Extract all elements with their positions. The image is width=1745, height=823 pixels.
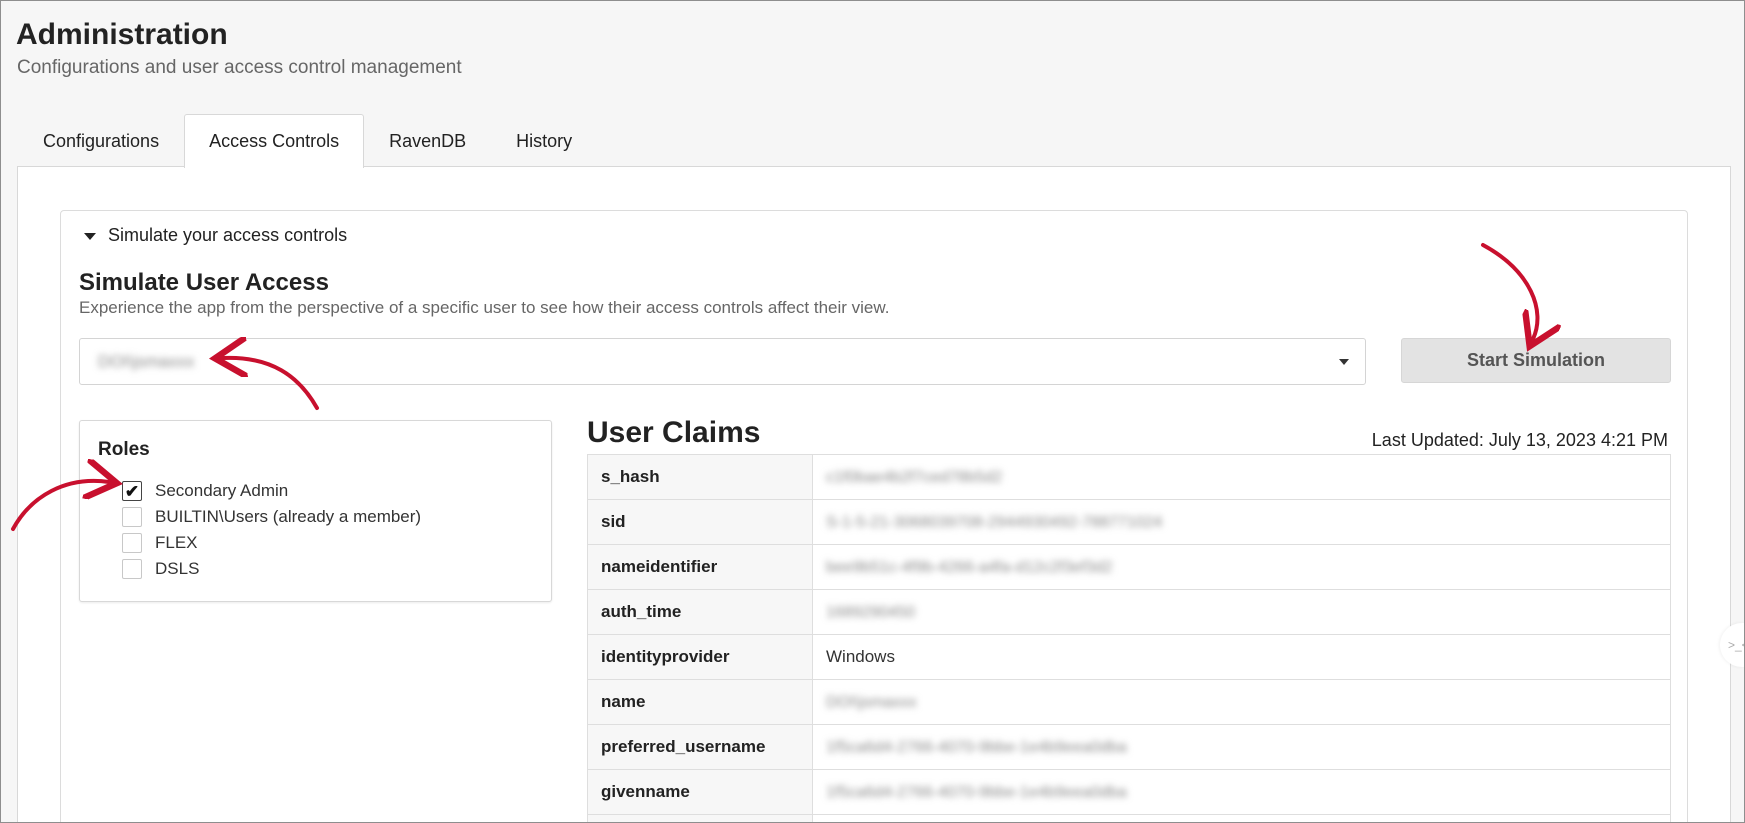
simulate-user-access-description: Experience the app from the perspective … xyxy=(79,298,890,317)
page-subtitle: Configurations and user access control m… xyxy=(17,57,462,78)
claim-value: DOI\jsmaxxx xyxy=(812,679,1671,725)
table-row xyxy=(587,814,1671,822)
claim-value-text: 1689290450 xyxy=(826,604,915,621)
role-item[interactable]: DSLS xyxy=(122,556,421,582)
claim-value: 1689290450 xyxy=(812,589,1671,635)
last-updated-text: Last Updated: July 13, 2023 4:21 PM xyxy=(1371,430,1668,450)
tab-configurations[interactable]: Configurations xyxy=(18,114,184,167)
claim-value-text: 1f5ca6d4-2766-4070-9bbe-1e4b9eea0dba xyxy=(826,739,1127,756)
table-row: preferred_username 1f5ca6d4-2766-4070-9b… xyxy=(587,724,1671,770)
user-claims-title: User Claims xyxy=(587,416,761,449)
simulate-disclosure-toggle[interactable]: Simulate your access controls xyxy=(84,225,347,246)
tab-access-controls[interactable]: Access Controls xyxy=(184,114,365,168)
disclosure-label: Simulate your access controls xyxy=(108,225,348,245)
table-row: nameidentifier bee9b51c-4f9b-4266-a4fa-d… xyxy=(587,544,1671,590)
table-row: identityprovider Windows xyxy=(587,634,1671,680)
tab-ravendb[interactable]: RavenDB xyxy=(364,114,491,167)
role-label: DSLS xyxy=(155,559,200,578)
table-row: s_hash c1f0bae4b2f7ced78b5d2 xyxy=(587,454,1671,500)
claim-value-text: bee9b51c-4f9b-4266-a4fa-d12c2f3ef3d2 xyxy=(826,559,1113,576)
claim-key: identityprovider xyxy=(587,634,813,680)
tab-history[interactable]: History xyxy=(491,114,597,167)
role-checkbox[interactable] xyxy=(122,559,142,579)
role-item[interactable]: FLEX xyxy=(122,530,421,556)
claim-value-text: 1f5ca6d4-2766-4070-9bbe-1e4b9eea0dba xyxy=(826,784,1127,801)
claim-value: 1f5ca6d4-2766-4070-9bbe-1e4b9eea0dba xyxy=(812,724,1671,770)
claim-key: auth_time xyxy=(587,589,813,635)
roles-title: Roles xyxy=(98,439,150,460)
role-label: BUILTIN\Users (already a member) xyxy=(155,507,422,526)
user-claims-table: s_hash c1f0bae4b2f7ced78b5d2 sid S-1-5-2… xyxy=(587,454,1671,822)
claim-value-text: c1f0bae4b2f7ced78b5d2 xyxy=(826,469,1003,486)
selected-user-value: DOI\jsmaxxx xyxy=(98,351,195,371)
claim-value-text: S-1-5-21-3068039708-2944930492-788771024 xyxy=(826,514,1163,531)
user-select[interactable]: DOI\jsmaxxx xyxy=(79,338,1366,385)
table-row: name DOI\jsmaxxx xyxy=(587,679,1671,725)
claim-value: bee9b51c-4f9b-4266-a4fa-d12c2f3ef3d2 xyxy=(812,544,1671,590)
table-row: givenname 1f5ca6d4-2766-4070-9bbe-1e4b9e… xyxy=(587,769,1671,815)
roles-list: ✔ Secondary Admin BUILTIN\Users (already… xyxy=(122,478,421,582)
simulate-user-access-title: Simulate User Access xyxy=(79,269,329,296)
claim-value xyxy=(812,814,1671,822)
roles-panel: Roles ✔ Secondary Admin BUILTIN\Users (a… xyxy=(79,420,552,602)
tab-bar: Configurations Access Controls RavenDB H… xyxy=(18,114,597,168)
role-item[interactable]: BUILTIN\Users (already a member) xyxy=(122,504,421,530)
page-title: Administration xyxy=(16,18,228,51)
claim-key: preferred_username xyxy=(587,724,813,770)
role-label: Secondary Admin xyxy=(155,481,289,500)
role-label: FLEX xyxy=(155,533,198,552)
app-window: Administration Configurations and user a… xyxy=(0,0,1745,823)
start-simulation-button[interactable]: Start Simulation xyxy=(1401,338,1671,383)
chevron-down-icon[interactable] xyxy=(1339,358,1349,365)
role-checkbox[interactable]: ✔ xyxy=(122,481,142,501)
claim-value: Windows xyxy=(812,634,1671,680)
claim-key: givenname xyxy=(587,769,813,815)
caret-down-icon xyxy=(84,233,96,240)
claim-value-text: DOI\jsmaxxx xyxy=(826,694,917,711)
role-item[interactable]: ✔ Secondary Admin xyxy=(122,478,421,504)
claim-key: name xyxy=(587,679,813,725)
table-row: sid S-1-5-21-3068039708-2944930492-78877… xyxy=(587,499,1671,545)
claim-value: c1f0bae4b2f7ced78b5d2 xyxy=(812,454,1671,500)
claim-key: s_hash xyxy=(587,454,813,500)
claim-value: 1f5ca6d4-2766-4070-9bbe-1e4b9eea0dba xyxy=(812,769,1671,815)
claim-value-text: Windows xyxy=(826,647,895,666)
role-checkbox[interactable] xyxy=(122,533,142,553)
claim-key: nameidentifier xyxy=(587,544,813,590)
claim-value: S-1-5-21-3068039708-2944930492-788771024 xyxy=(812,499,1671,545)
checkmark-icon: ✔ xyxy=(124,481,140,501)
role-checkbox[interactable] xyxy=(122,507,142,527)
table-row: auth_time 1689290450 xyxy=(587,589,1671,635)
claim-key: sid xyxy=(587,499,813,545)
claim-key xyxy=(587,814,813,822)
